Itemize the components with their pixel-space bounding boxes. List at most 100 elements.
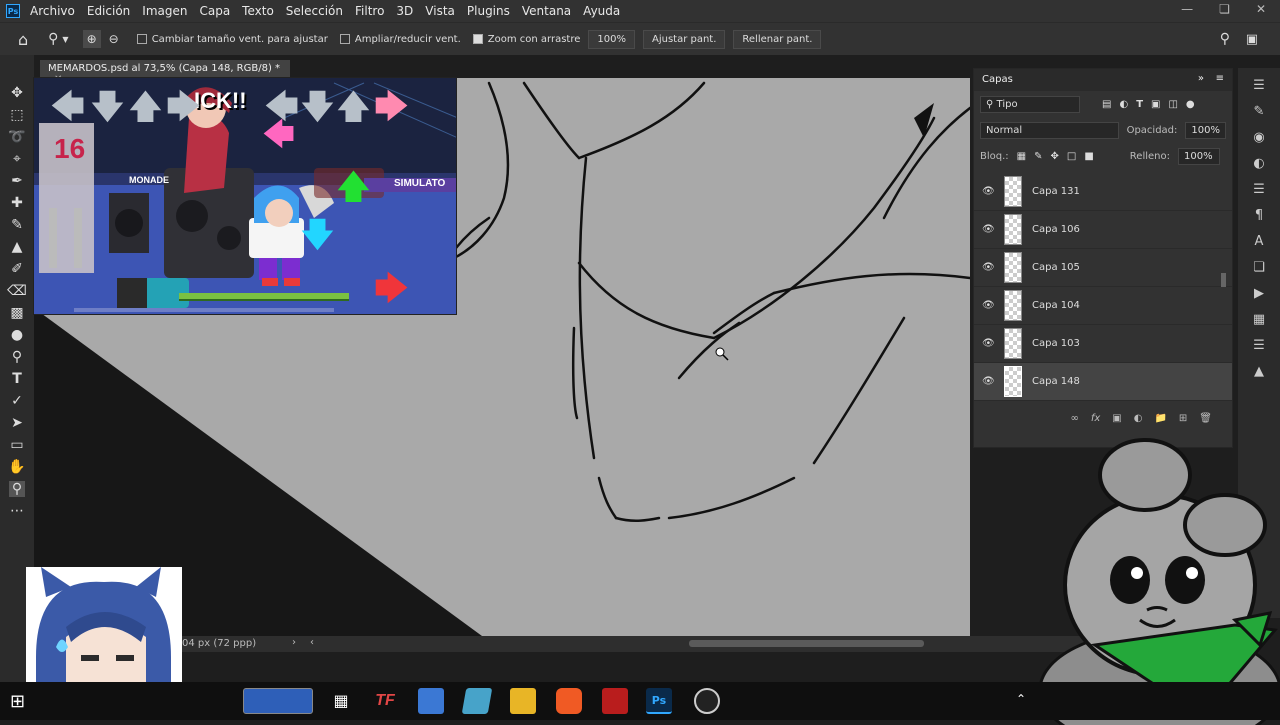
crop-tool-icon[interactable]: ⌖ [13,151,21,167]
move-tool-icon[interactable]: ✥ [11,85,23,101]
new-group-icon[interactable]: 📁 [1154,413,1166,424]
adjustments-icon[interactable]: ◐ [1253,156,1264,171]
zoom-tool-icon[interactable]: ⚲ [48,31,58,47]
layers-panel-icon[interactable]: ☰ [1253,78,1265,93]
clone-source-icon[interactable]: ❏ [1253,260,1265,275]
pen-tool-icon[interactable]: ✓ [11,393,23,409]
layer-item[interactable]: 👁 Capa 105 [974,249,1232,287]
brush-settings-icon[interactable]: ✎ [1254,104,1265,119]
shape-filter-icon[interactable]: ▣ [1151,99,1160,110]
panel-menu-icon[interactable]: ≡ [1216,73,1224,84]
more-tools-icon[interactable]: ⋯ [10,503,24,519]
scroll-left-icon[interactable]: ‹ [310,637,314,648]
color-icon[interactable]: ◉ [1253,130,1264,145]
rectangle-tool-icon[interactable]: ▭ [10,437,23,453]
play-actions-icon[interactable]: ▶ [1254,286,1264,301]
tray-chevron-up-icon[interactable]: ⌃ [1016,692,1026,706]
menu-texto[interactable]: Texto [242,4,274,18]
zoom-out-icon[interactable]: ⊖ [109,32,119,46]
libraries-icon[interactable]: ☰ [1253,338,1265,353]
lock-position-icon[interactable]: ✥ [1051,151,1059,162]
menu-imagen[interactable]: Imagen [142,4,187,18]
calculator-icon[interactable] [418,688,444,714]
eraser-tool-icon[interactable]: ⌫ [7,283,27,299]
adjustment-filter-icon[interactable]: ◐ [1119,99,1128,110]
layers-panel-title[interactable]: Capas [982,74,1013,85]
menu-filtro[interactable]: Filtro [355,4,384,18]
voicemeeter-icon[interactable] [602,688,628,714]
search-icon[interactable]: ⚲ [1220,31,1230,47]
lock-image-icon[interactable]: ✎ [1034,151,1042,162]
layer-item[interactable]: 👁 Capa 106 [974,211,1232,249]
collapse-panel-icon[interactable]: » [1198,73,1204,84]
layer-item-selected[interactable]: 👁 Capa 148 [974,363,1232,401]
workspace-icon[interactable]: ▣ [1246,32,1258,47]
file-explorer-icon[interactable] [510,688,536,714]
tf-app-icon[interactable]: TF [372,688,398,714]
fill-screen-button[interactable]: Rellenar pant. [733,29,822,49]
task-view-icon[interactable]: ▦ [328,688,354,714]
zoom-in-icon[interactable]: ⊕ [82,30,101,48]
chevron-down-icon[interactable]: ▼ [62,35,68,44]
photoshop-app-icon[interactable]: Ps [6,4,20,18]
app-cube-icon[interactable] [461,688,493,714]
zoom-tool-active-icon[interactable]: ⚲ [8,481,26,497]
layer-item[interactable]: 👁 Capa 104 [974,287,1232,325]
menu-archivo[interactable]: Archivo [30,4,75,18]
status-arrow-icon[interactable]: › [292,637,296,648]
menu-vista[interactable]: Vista [425,4,455,18]
opacity-input[interactable]: 100% [1185,121,1226,139]
zoom-all-option[interactable]: Ampliar/reducir vent. [339,33,461,45]
type-tool-icon[interactable]: T [12,371,22,387]
visibility-eye-icon[interactable]: 👁 [982,376,995,388]
properties-icon[interactable]: ☰ [1253,182,1265,197]
visibility-eye-icon[interactable]: 👁 [982,186,995,198]
swatches-grid-icon[interactable]: ▦ [1253,312,1265,327]
fit-screen-button[interactable]: Ajustar pant. [642,29,726,49]
menu-ayuda[interactable]: Ayuda [583,4,620,18]
blend-mode-select[interactable]: Normal [980,121,1119,139]
history-brush-icon[interactable]: ✐ [11,261,23,277]
layer-item[interactable]: 👁 Capa 103 [974,325,1232,363]
eyedropper-tool-icon[interactable]: ✒ [11,173,23,189]
paragraph-icon[interactable]: ¶ [1255,208,1263,223]
paint-bucket-icon[interactable]: ▩ [10,305,23,321]
delete-layer-icon[interactable]: 🗑 [1199,413,1212,424]
layer-filter-select[interactable]: ⚲ Tipo [980,95,1080,113]
new-layer-icon[interactable]: ⊞ [1179,413,1187,424]
restore-icon[interactable]: ❏ [1219,2,1230,16]
scrubby-zoom-checkbox[interactable] [472,33,483,44]
dodge-tool-icon[interactable]: ⚲ [12,349,22,365]
type-filter-icon[interactable]: T [1136,99,1143,110]
lock-artboard-icon[interactable]: □ [1067,151,1076,162]
scrubby-zoom-option[interactable]: Zoom con arrastre [472,33,580,45]
menu-edicion[interactable]: Edición [87,4,130,18]
visibility-eye-icon[interactable]: 👁 [982,262,995,274]
resize-windows-checkbox[interactable] [136,33,147,44]
home-icon[interactable]: ⌂ [18,30,28,49]
smart-object-filter-icon[interactable]: ◫ [1168,99,1177,110]
character-icon[interactable]: A [1255,234,1264,249]
adjustment-layer-icon[interactable]: ◐ [1134,413,1143,424]
close-icon[interactable]: ✕ [1256,2,1266,16]
marquee-tool-icon[interactable]: ⬚ [10,107,23,123]
brave-browser-icon[interactable] [556,688,582,714]
path-select-icon[interactable]: ➤ [11,415,23,431]
document-tab[interactable]: MEMARDOS.psd al 73,5% (Capa 148, RGB/8) … [40,60,290,85]
windows-start-icon[interactable]: ⊞ [10,691,25,712]
add-mask-icon[interactable]: ▣ [1112,413,1121,424]
fx-icon[interactable]: fx [1091,413,1100,424]
link-layers-icon[interactable]: ∞ [1070,413,1078,424]
lock-all-icon[interactable]: ■ [1084,151,1093,162]
menu-plugins[interactable]: Plugins [467,4,510,18]
pixel-filter-icon[interactable]: ▤ [1102,99,1111,110]
visibility-eye-icon[interactable]: 👁 [982,300,995,312]
menu-3d[interactable]: 3D [396,4,413,18]
lasso-tool-icon[interactable]: ➰ [8,129,25,145]
stamp-panel-icon[interactable]: ▲ [1254,364,1264,379]
resize-windows-option[interactable]: Cambiar tamaño vent. para ajustar [136,33,328,45]
browser-tab-thumbnail-icon[interactable] [243,688,313,714]
zoom-100-button[interactable]: 100% [588,29,635,49]
horizontal-scrollbar[interactable] [689,640,924,647]
stamp-tool-icon[interactable]: ▲ [12,239,23,255]
